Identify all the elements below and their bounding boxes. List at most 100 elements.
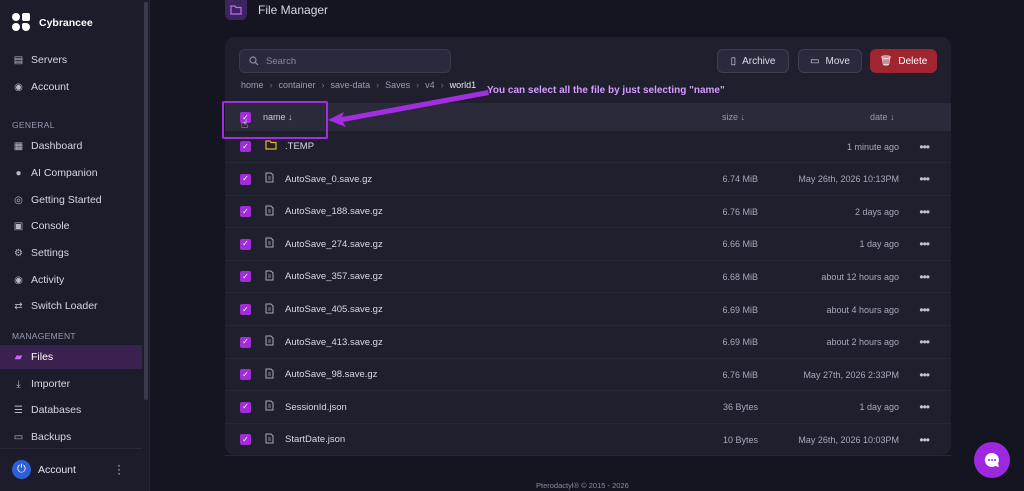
column-header-size[interactable]: size ↓ — [722, 112, 745, 122]
row-checkbox[interactable]: ✓ — [240, 434, 251, 446]
sidebar-item-ai-companion[interactable]: ● AI Companion — [0, 161, 142, 185]
row-checkbox[interactable]: ✓ — [240, 206, 251, 218]
terminal-icon: ▣ — [13, 220, 24, 232]
archive-button-label: Archive — [742, 55, 776, 67]
breadcrumb-item[interactable]: v4 — [425, 80, 435, 90]
file-name[interactable]: AutoSave_188.save.gz — [285, 206, 383, 217]
table-row[interactable]: ✓ SessionId.json 36 Bytes 1 day ago ••• — [225, 392, 951, 424]
sidebar-item-files[interactable]: ▰ Files — [0, 345, 142, 369]
table-row[interactable]: ✓ AutoSave_274.save.gz 6.66 MiB 1 day ago ••… — [225, 229, 951, 261]
sidebar-item-getting-started[interactable]: ◎ Getting Started — [0, 188, 142, 212]
power-icon: ⏻ — [12, 460, 31, 479]
table-row[interactable]: ✓ StartDate.json 10 Bytes May 26th, 2026 10… — [225, 424, 951, 457]
sidebar-item-databases[interactable]: ☰ Databases — [0, 398, 142, 422]
file-name[interactable]: AutoSave_274.save.gz — [285, 239, 383, 250]
file-size: 6.68 MiB — [722, 271, 758, 282]
row-checkbox[interactable]: ✓ — [240, 141, 251, 152]
search-box[interactable] — [239, 49, 451, 73]
file-name[interactable]: SessionId.json — [285, 402, 347, 413]
trash-icon: 🗑 — [879, 55, 893, 67]
more-horizontal-icon[interactable]: ••• — [919, 270, 930, 284]
file-name[interactable]: AutoSave_413.save.gz — [285, 337, 383, 348]
more-horizontal-icon[interactable]: ••• — [919, 237, 930, 251]
table-row[interactable]: ✓ AutoSave_98.save.gz 6.76 MiB May 27th, 20… — [225, 359, 951, 392]
breadcrumb-item[interactable]: container — [279, 80, 316, 90]
file-name[interactable]: StartDate.json — [285, 434, 345, 445]
file-date: about 12 hours ago — [821, 271, 899, 282]
row-checkbox[interactable]: ✓ — [240, 336, 251, 348]
file-icon — [265, 335, 274, 349]
section-label-general: GENERAL — [12, 120, 55, 130]
more-horizontal-icon[interactable]: ••• — [919, 335, 930, 349]
sidebar-item-servers[interactable]: ▤ Servers — [0, 48, 142, 72]
archive-button[interactable]: ▯ Archive — [717, 49, 789, 73]
table-row[interactable]: ✓ AutoSave_0.save.gz 6.74 MiB May 26th, 202… — [225, 164, 951, 196]
column-header-date[interactable]: date ↓ — [870, 112, 895, 122]
chat-widget-button[interactable] — [974, 442, 1010, 478]
table-row[interactable]: ✓ AutoSave_413.save.gz 6.69 MiB about 2 hou… — [225, 327, 951, 359]
row-checkbox[interactable]: ✓ — [240, 238, 251, 250]
more-horizontal-icon[interactable]: ••• — [919, 433, 930, 447]
file-name[interactable]: .TEMP — [285, 141, 314, 152]
sidebar: Cybrancee ▤ Servers ◉ Account GENERAL ▦ … — [0, 0, 150, 491]
move-button-label: Move — [825, 55, 850, 67]
archive-icon: ▭ — [13, 431, 24, 443]
file-name[interactable]: AutoSave_405.save.gz — [285, 304, 383, 315]
search-input[interactable] — [266, 55, 436, 67]
row-checkbox[interactable]: ✓ — [240, 304, 251, 315]
annotation-highlight-box — [222, 101, 328, 139]
sidebar-item-account[interactable]: ◉ Account — [0, 75, 142, 99]
sidebar-item-label: Backups — [31, 431, 72, 443]
sidebar-item-switch-loader[interactable]: ⇄ Switch Loader — [0, 294, 142, 318]
file-icon — [265, 172, 274, 186]
sidebar-item-console[interactable]: ▣ Console — [0, 214, 142, 238]
brand[interactable]: Cybrancee — [12, 13, 93, 33]
more-horizontal-icon[interactable]: ••• — [919, 140, 930, 154]
row-checkbox[interactable]: ✓ — [240, 401, 251, 413]
sidebar-scrollbar[interactable] — [144, 2, 148, 400]
breadcrumb-item[interactable]: home — [241, 80, 264, 90]
file-icon — [265, 205, 274, 219]
table-row[interactable]: ✓ AutoSave_357.save.gz 6.68 MiB about 12 ho… — [225, 261, 951, 294]
sidebar-item-label: Dashboard — [31, 140, 83, 152]
more-horizontal-icon[interactable]: ••• — [919, 303, 930, 317]
database-icon: ☰ — [14, 404, 23, 416]
delete-button[interactable]: 🗑 Delete — [870, 49, 937, 73]
more-horizontal-icon[interactable]: ••• — [919, 400, 930, 414]
account-menu[interactable]: ⏻ Account · · · — [0, 448, 142, 490]
sidebar-item-backups[interactable]: ▭ Backups — [0, 425, 142, 449]
more-horizontal-icon[interactable]: ••• — [919, 205, 930, 219]
sidebar-item-dashboard[interactable]: ▦ Dashboard — [0, 134, 142, 158]
table-row[interactable]: ✓ AutoSave_188.save.gz 6.76 MiB 2 days ago •… — [225, 196, 951, 229]
sidebar-item-label: Switch Loader — [31, 300, 98, 312]
sidebar-item-settings[interactable]: ⚙ Settings — [0, 241, 142, 265]
row-checkbox[interactable]: ✓ — [240, 173, 251, 185]
footer-copyright: Pterodactyl® © 2015 - 2026 — [536, 481, 629, 490]
sidebar-item-label: Account — [31, 81, 69, 93]
row-checkbox[interactable]: ✓ — [240, 271, 251, 283]
sidebar-item-importer[interactable]: ⤓ Importer — [0, 372, 142, 396]
row-checkbox[interactable]: ✓ — [240, 369, 251, 381]
more-horizontal-icon[interactable]: ••• — [919, 172, 930, 186]
file-size: 36 Bytes — [722, 402, 758, 413]
eye-icon: ◉ — [14, 274, 23, 286]
gear-icon: ⚙ — [14, 247, 23, 259]
move-button[interactable]: ▭ Move — [798, 49, 862, 73]
file-name[interactable]: AutoSave_357.save.gz — [285, 271, 383, 282]
search-icon — [249, 56, 259, 66]
chat-icon: ● — [15, 167, 22, 179]
download-icon: ⤓ — [16, 378, 21, 390]
breadcrumb-item[interactable]: Saves — [385, 80, 410, 90]
table-row[interactable]: ✓ .TEMP 1 minute ago ••• — [225, 131, 951, 163]
table-row[interactable]: ✓ AutoSave_405.save.gz 6.69 MiB about 4 hou… — [225, 294, 951, 326]
more-horizontal-icon[interactable]: ••• — [919, 368, 930, 382]
file-name[interactable]: AutoSave_98.save.gz — [285, 369, 377, 380]
sidebar-item-activity[interactable]: ◉ Activity — [0, 268, 142, 292]
breadcrumb-item[interactable]: save-data — [331, 80, 371, 90]
sidebar-item-label: AI Companion — [31, 167, 98, 179]
file-size: 10 Bytes — [722, 434, 758, 445]
more-vertical-icon[interactable]: · · · — [117, 459, 121, 479]
swap-icon: ⇄ — [14, 300, 23, 312]
file-name[interactable]: AutoSave_0.save.gz — [285, 174, 372, 185]
brand-logo-icon — [12, 13, 32, 33]
